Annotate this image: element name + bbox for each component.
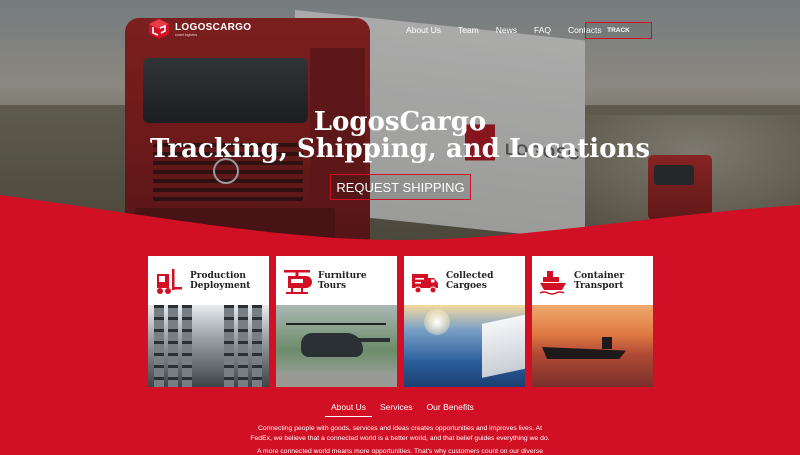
card-title-line2: Cargoes <box>446 280 487 291</box>
card-title-line1: Furniture <box>318 270 367 281</box>
hero-wave-divider <box>0 195 800 255</box>
logo-cube-icon <box>149 19 169 39</box>
ship-sunset-image <box>532 305 653 387</box>
service-card-furniture[interactable]: Furniture Tours <box>276 256 397 387</box>
nav-about-us[interactable]: About Us <box>406 25 441 35</box>
card-title-line1: Production <box>190 270 246 281</box>
about-paragraph: Connecting people with goods, services a… <box>225 424 575 444</box>
about-paragraph-2: A more connected world means more opport… <box>225 447 575 455</box>
warehouse-image <box>148 305 269 387</box>
service-cards: Production Deployment Furniture Tours Co… <box>148 256 653 387</box>
tab-about-us[interactable]: About Us <box>325 400 372 417</box>
service-card-production[interactable]: Production Deployment <box>148 256 269 387</box>
nav-faq[interactable]: FAQ <box>534 25 551 35</box>
tab-services[interactable]: Services <box>374 400 419 416</box>
track-button[interactable]: TRACK <box>585 22 652 39</box>
hero-title: LogosCargo <box>313 107 487 137</box>
service-card-cargoes[interactable]: Collected Cargoes <box>404 256 525 387</box>
nav-news[interactable]: News <box>496 25 517 35</box>
truck-road-image <box>404 305 525 387</box>
helicopter-image <box>276 305 397 387</box>
card-title-line2: Deployment <box>190 280 251 291</box>
about-paragraph-line1: Connecting people with goods, services a… <box>257 425 543 432</box>
card-title-line2: Transport <box>574 280 624 291</box>
brand-tagline: smart logistics <box>175 32 198 37</box>
card-title-line1: Collected <box>446 270 494 281</box>
forklift-icon <box>157 268 182 294</box>
helicopter-icon <box>284 269 312 294</box>
nav-team[interactable]: Team <box>458 25 479 35</box>
request-shipping-button[interactable]: REQUEST SHIPPING <box>330 174 471 200</box>
brand-logo[interactable]: LOGOSCARGO smart logistics <box>148 18 251 40</box>
delivery-truck-icon <box>412 273 438 293</box>
card-title-line2: Tours <box>318 280 347 291</box>
about-paragraph-line2: FedEx, we believe that a connected world… <box>250 435 550 442</box>
tab-our-benefits[interactable]: Our Benefits <box>421 400 480 416</box>
service-card-container[interactable]: Container Transport <box>532 256 653 387</box>
brand-name: LOGOSCARGO <box>175 21 252 33</box>
card-title-line1: Container <box>574 270 625 281</box>
hero-subtitle: Tracking, Shipping, and Locations <box>150 134 650 164</box>
cargo-ship-icon <box>539 270 566 295</box>
about-paragraph2-line1: A more connected world means more opport… <box>256 448 544 455</box>
info-tabs: About Us Services Our Benefits <box>325 400 482 417</box>
